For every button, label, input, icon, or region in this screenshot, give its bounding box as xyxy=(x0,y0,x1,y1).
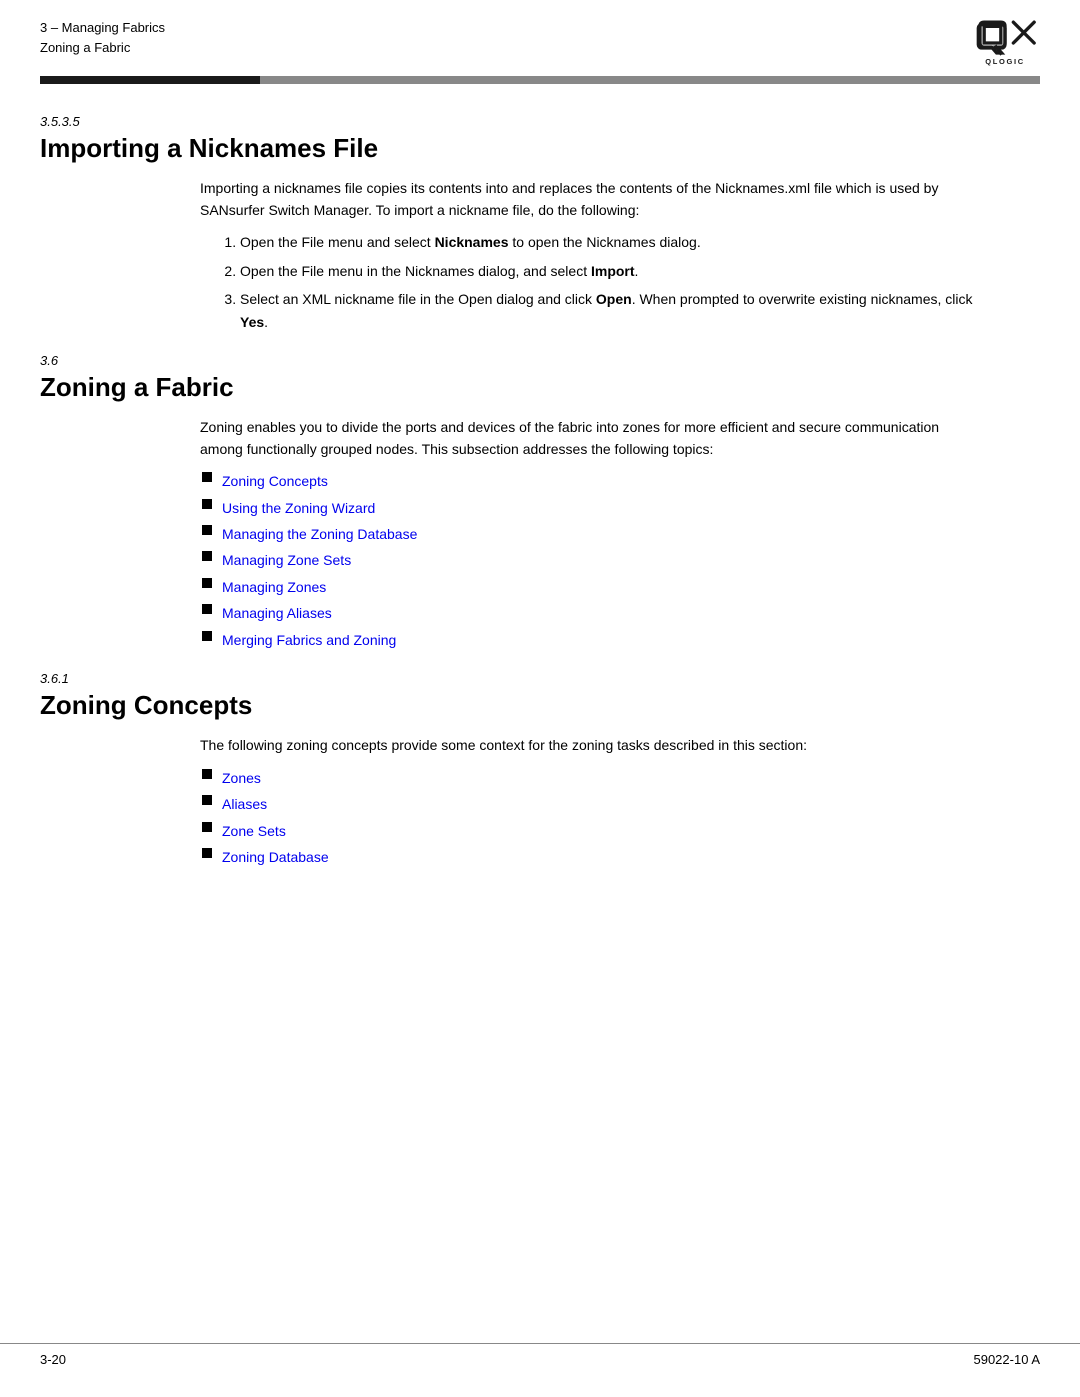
bullet-square xyxy=(202,551,212,561)
section1-indent: Importing a nicknames file copies its co… xyxy=(200,178,980,333)
bullet-square xyxy=(202,848,212,858)
bullet-square xyxy=(202,499,212,509)
footer: 3-20 59022-10 A xyxy=(0,1343,1080,1367)
bullet-square xyxy=(202,631,212,641)
bullet-zoning-concepts: Zoning Concepts xyxy=(200,470,980,492)
section-heading-3: Zoning Concepts xyxy=(40,690,1040,721)
bullet-icon xyxy=(200,578,222,588)
svg-text:QLOGIC: QLOGIC xyxy=(985,57,1025,66)
link-managing-zones[interactable]: Managing Zones xyxy=(222,576,326,598)
logo-area: QLOGIC xyxy=(970,18,1040,68)
bullet-icon xyxy=(200,472,222,482)
link-aliases[interactable]: Aliases xyxy=(222,793,267,815)
section-zoning-concepts: 3.6.1 Zoning Concepts The following zoni… xyxy=(40,671,1040,868)
section-zoning-fabric: 3.6 Zoning a Fabric Zoning enables you t… xyxy=(40,353,1040,651)
section3-intro: The following zoning concepts provide so… xyxy=(200,735,980,757)
steps-list: Open the File menu and select Nicknames … xyxy=(220,231,980,333)
bullet-managing-aliases: Managing Aliases xyxy=(200,602,980,624)
section-heading-1: Importing a Nicknames File xyxy=(40,133,1040,164)
bar-dark xyxy=(40,76,260,84)
footer-page-number: 3-20 xyxy=(40,1352,66,1367)
step-1: Open the File menu and select Nicknames … xyxy=(240,231,980,253)
bullet-aliases: Aliases xyxy=(200,793,980,815)
content: 3.5.3.5 Importing a Nicknames File Impor… xyxy=(0,84,1080,868)
bullet-icon xyxy=(200,525,222,535)
bullet-square xyxy=(202,795,212,805)
bullet-square xyxy=(202,604,212,614)
header-bar xyxy=(40,76,1040,84)
bullet-icon xyxy=(200,795,222,805)
link-managing-zone-sets[interactable]: Managing Zone Sets xyxy=(222,549,351,571)
link-zoning-concepts[interactable]: Zoning Concepts xyxy=(222,470,328,492)
bullet-icon xyxy=(200,822,222,832)
section1-intro: Importing a nicknames file copies its co… xyxy=(200,178,980,221)
section-num-3: 3.6.1 xyxy=(40,671,1040,686)
section2-intro: Zoning enables you to divide the ports a… xyxy=(200,417,980,460)
bullet-icon xyxy=(200,769,222,779)
link-zones[interactable]: Zones xyxy=(222,767,261,789)
link-managing-aliases[interactable]: Managing Aliases xyxy=(222,602,332,624)
section2-links: Zoning Concepts Using the Zoning Wizard … xyxy=(200,470,980,651)
footer-doc-number: 59022-10 A xyxy=(973,1352,1040,1367)
step-2: Open the File menu in the Nicknames dial… xyxy=(240,260,980,282)
bullet-managing-zone-sets: Managing Zone Sets xyxy=(200,549,980,571)
bullet-icon xyxy=(200,848,222,858)
link-managing-zoning-database[interactable]: Managing the Zoning Database xyxy=(222,523,417,545)
link-zoning-database[interactable]: Zoning Database xyxy=(222,846,329,868)
link-zone-sets[interactable]: Zone Sets xyxy=(222,820,286,842)
bullet-merging-fabrics: Merging Fabrics and Zoning xyxy=(200,629,980,651)
bullet-managing-zoning-db: Managing the Zoning Database xyxy=(200,523,980,545)
breadcrumb-line2: Zoning a Fabric xyxy=(40,38,165,58)
bullet-zoning-wizard: Using the Zoning Wizard xyxy=(200,497,980,519)
section-num-1: 3.5.3.5 xyxy=(40,114,1040,129)
bar-light xyxy=(260,76,1040,84)
section3-links: Zones Aliases Zone Sets Zoning Database xyxy=(200,767,980,869)
bullet-icon xyxy=(200,631,222,641)
bullet-managing-zones: Managing Zones xyxy=(200,576,980,598)
bullet-zone-sets: Zone Sets xyxy=(200,820,980,842)
breadcrumb: 3 – Managing Fabrics Zoning a Fabric xyxy=(40,18,165,57)
bullet-icon xyxy=(200,551,222,561)
bullet-square xyxy=(202,822,212,832)
bullet-square xyxy=(202,578,212,588)
header: 3 – Managing Fabrics Zoning a Fabric QLO… xyxy=(0,0,1080,68)
section2-indent: Zoning enables you to divide the ports a… xyxy=(200,417,980,651)
bullet-square xyxy=(202,472,212,482)
bullet-icon xyxy=(200,604,222,614)
link-merging-fabrics[interactable]: Merging Fabrics and Zoning xyxy=(222,629,396,651)
bullet-zoning-database: Zoning Database xyxy=(200,846,980,868)
section-importing: 3.5.3.5 Importing a Nicknames File Impor… xyxy=(40,114,1040,333)
bullet-square xyxy=(202,769,212,779)
link-zoning-wizard[interactable]: Using the Zoning Wizard xyxy=(222,497,375,519)
bullet-icon xyxy=(200,499,222,509)
bullet-square xyxy=(202,525,212,535)
section3-indent: The following zoning concepts provide so… xyxy=(200,735,980,868)
page: 3 – Managing Fabrics Zoning a Fabric QLO… xyxy=(0,0,1080,1397)
breadcrumb-line1: 3 – Managing Fabrics xyxy=(40,18,165,38)
qlogic-logo-icon: QLOGIC xyxy=(970,18,1040,68)
section-num-2: 3.6 xyxy=(40,353,1040,368)
step-3: Select an XML nickname file in the Open … xyxy=(240,288,980,333)
section-heading-2: Zoning a Fabric xyxy=(40,372,1040,403)
bullet-zones: Zones xyxy=(200,767,980,789)
